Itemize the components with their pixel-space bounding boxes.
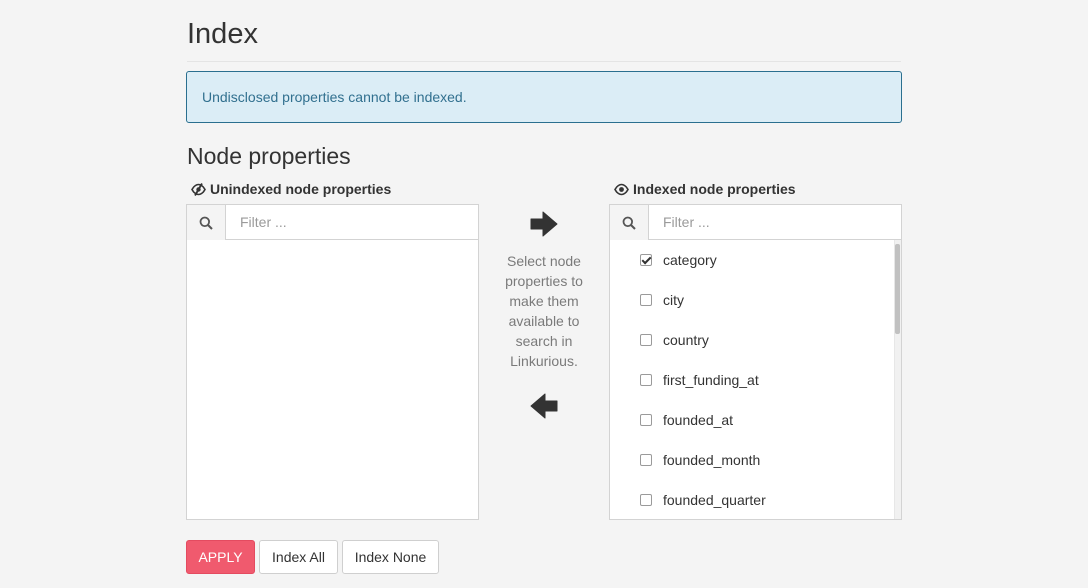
property-checkbox[interactable]: [640, 414, 652, 426]
indexed-scrollbar-thumb[interactable]: [895, 244, 900, 334]
property-checkbox[interactable]: [640, 494, 652, 506]
property-label: founded_month: [663, 452, 761, 468]
unindexed-panel: [186, 204, 479, 520]
page-title: Index: [187, 18, 258, 50]
indexed-panel: category city country first_funding_at f…: [609, 204, 902, 520]
arrow-right-icon[interactable]: [530, 211, 558, 237]
indexed-heading: Indexed node properties: [614, 181, 796, 197]
unindexed-heading-label: Unindexed node properties: [210, 181, 392, 197]
list-item[interactable]: city: [640, 290, 684, 310]
list-item[interactable]: country: [640, 330, 709, 350]
property-label: first_funding_at: [663, 372, 759, 388]
indexed-filter-addon: [610, 205, 649, 240]
indexed-heading-label: Indexed node properties: [633, 181, 796, 197]
index-all-button[interactable]: Index All: [259, 540, 338, 574]
search-icon: [622, 216, 636, 230]
list-item[interactable]: first_funding_at: [640, 370, 759, 390]
unindexed-list[interactable]: [187, 240, 478, 519]
indexed-list: category city country first_funding_at f…: [610, 240, 901, 519]
indexed-scrollbar[interactable]: [894, 240, 901, 519]
property-label: founded_quarter: [663, 492, 766, 508]
alert-text: Undisclosed properties cannot be indexed…: [202, 89, 467, 105]
list-item[interactable]: founded_month: [640, 450, 760, 470]
property-label: founded_at: [663, 412, 734, 428]
eye-slash-icon: [191, 182, 206, 196]
unindexed-filter-group: [187, 205, 478, 240]
property-checkbox[interactable]: [640, 334, 652, 346]
property-label: category: [663, 252, 717, 268]
indexed-filter-input[interactable]: [649, 205, 901, 239]
transfer-help-text: Select node properties to make them avai…: [505, 253, 583, 369]
property-checkbox[interactable]: [640, 374, 652, 386]
list-item[interactable]: category: [640, 250, 717, 270]
property-checkbox[interactable]: [640, 254, 652, 266]
info-alert: Undisclosed properties cannot be indexed…: [186, 71, 902, 123]
property-label: city: [663, 292, 684, 308]
apply-button[interactable]: APPLY: [186, 540, 255, 574]
search-icon: [199, 216, 213, 230]
index-none-button[interactable]: Index None: [342, 540, 439, 574]
arrow-left-icon[interactable]: [530, 393, 558, 419]
list-item[interactable]: founded_at: [640, 410, 733, 430]
indexed-filter-group: [610, 205, 901, 240]
unindexed-filter-input[interactable]: [226, 205, 478, 239]
unindexed-filter-addon: [187, 205, 226, 240]
section-title: Node properties: [187, 143, 351, 169]
list-item[interactable]: founded_quarter: [640, 490, 766, 510]
property-label: country: [663, 332, 709, 348]
eye-icon: [614, 183, 629, 195]
unindexed-heading: Unindexed node properties: [191, 181, 391, 197]
property-checkbox[interactable]: [640, 294, 652, 306]
property-checkbox[interactable]: [640, 454, 652, 466]
title-divider: [187, 61, 901, 62]
